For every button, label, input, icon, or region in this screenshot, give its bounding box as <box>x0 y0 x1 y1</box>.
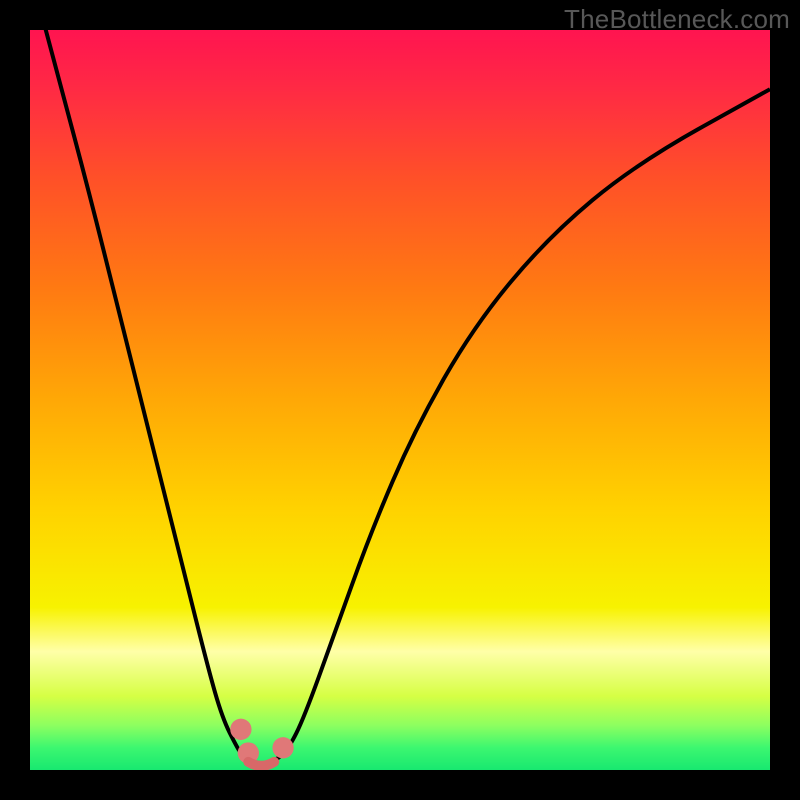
marker-left-top <box>230 719 251 740</box>
valley-connector <box>248 762 274 766</box>
chart-svg <box>30 30 770 770</box>
marker-right-valley <box>272 737 293 758</box>
chart-plot-area <box>30 30 770 770</box>
chart-frame: TheBottleneck.com <box>0 0 800 800</box>
